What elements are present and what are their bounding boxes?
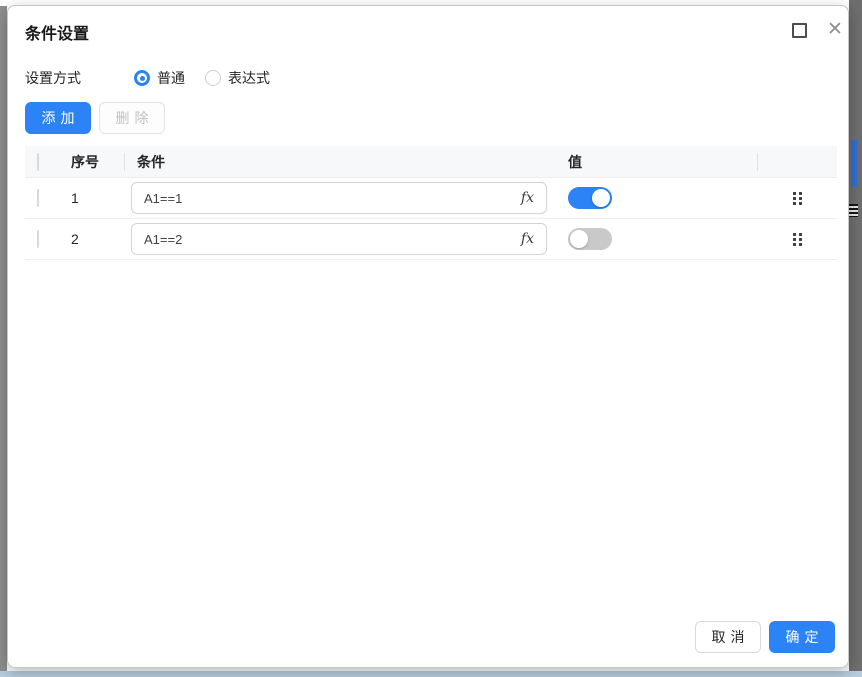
radio-option-expression[interactable]: 表达式 bbox=[205, 68, 270, 88]
maximize-icon[interactable] bbox=[792, 23, 807, 38]
radio-icon[interactable] bbox=[205, 70, 221, 86]
toolbar: 添加 删除 bbox=[25, 102, 165, 134]
cancel-button[interactable]: 取消 bbox=[695, 621, 761, 653]
header-value: 值 bbox=[558, 152, 758, 172]
background-right-strip bbox=[849, 0, 862, 677]
close-icon[interactable]: ✕ bbox=[822, 17, 848, 43]
drag-handle-icon[interactable] bbox=[793, 191, 802, 205]
add-button[interactable]: 添加 bbox=[25, 102, 91, 134]
fx-icon[interactable]: fx bbox=[521, 190, 534, 206]
toggle-knob bbox=[570, 230, 588, 248]
drag-handle-icon[interactable] bbox=[793, 232, 802, 246]
dialog-footer: 取消 确定 bbox=[695, 621, 835, 653]
confirm-button-label: 确定 bbox=[785, 629, 824, 645]
condition-field-wrap: fx bbox=[131, 223, 547, 255]
condition-settings-dialog: 条件设置 ✕ 设置方式 普通 表达式 添加 删除 序号 条件 值 1 A1==1… bbox=[7, 5, 849, 668]
radio-label: 表达式 bbox=[228, 70, 270, 86]
background-bottom-strip bbox=[0, 671, 862, 677]
table-row: 2 fx bbox=[25, 219, 837, 260]
background-blue-scrollbar bbox=[851, 140, 857, 187]
background-menu-lines bbox=[849, 204, 858, 217]
select-all-checkbox[interactable] bbox=[37, 152, 39, 171]
dialog-title: 条件设置 bbox=[25, 26, 90, 43]
condition-input[interactable] bbox=[131, 182, 547, 214]
add-button-label: 添加 bbox=[41, 110, 80, 126]
radio-option-normal[interactable]: 普通 bbox=[134, 68, 185, 88]
header-condition: 条件 bbox=[137, 153, 165, 170]
toggle-knob bbox=[592, 189, 610, 207]
table-header-row: 序号 条件 值 bbox=[25, 146, 837, 178]
table-row: 1 fx bbox=[25, 178, 837, 219]
value-toggle[interactable] bbox=[568, 228, 612, 250]
row-index: 1 bbox=[71, 190, 79, 206]
row-checkbox[interactable] bbox=[37, 230, 39, 248]
conditions-table: 序号 条件 值 1 fx bbox=[25, 146, 837, 260]
delete-button-label: 删除 bbox=[115, 110, 154, 126]
header-index: 序号 bbox=[61, 152, 125, 172]
setting-mode-row: 设置方式 普通 表达式 bbox=[25, 68, 290, 88]
cancel-button-label: 取消 bbox=[711, 629, 750, 645]
screen: 条件设置 ✕ 设置方式 普通 表达式 添加 删除 序号 条件 值 1 A1==1… bbox=[0, 0, 862, 677]
condition-field-wrap: fx bbox=[131, 182, 547, 214]
row-checkbox[interactable] bbox=[37, 189, 39, 207]
confirm-button[interactable]: 确定 bbox=[769, 621, 835, 653]
radio-label: 普通 bbox=[157, 70, 185, 86]
setting-mode-label: 设置方式 bbox=[25, 70, 81, 86]
background-left-strip bbox=[0, 6, 7, 677]
fx-icon[interactable]: fx bbox=[521, 231, 534, 247]
delete-button[interactable]: 删除 bbox=[99, 102, 165, 134]
value-toggle[interactable] bbox=[568, 187, 612, 209]
condition-input[interactable] bbox=[131, 223, 547, 255]
radio-icon[interactable] bbox=[134, 70, 150, 86]
row-index: 2 bbox=[71, 231, 79, 247]
